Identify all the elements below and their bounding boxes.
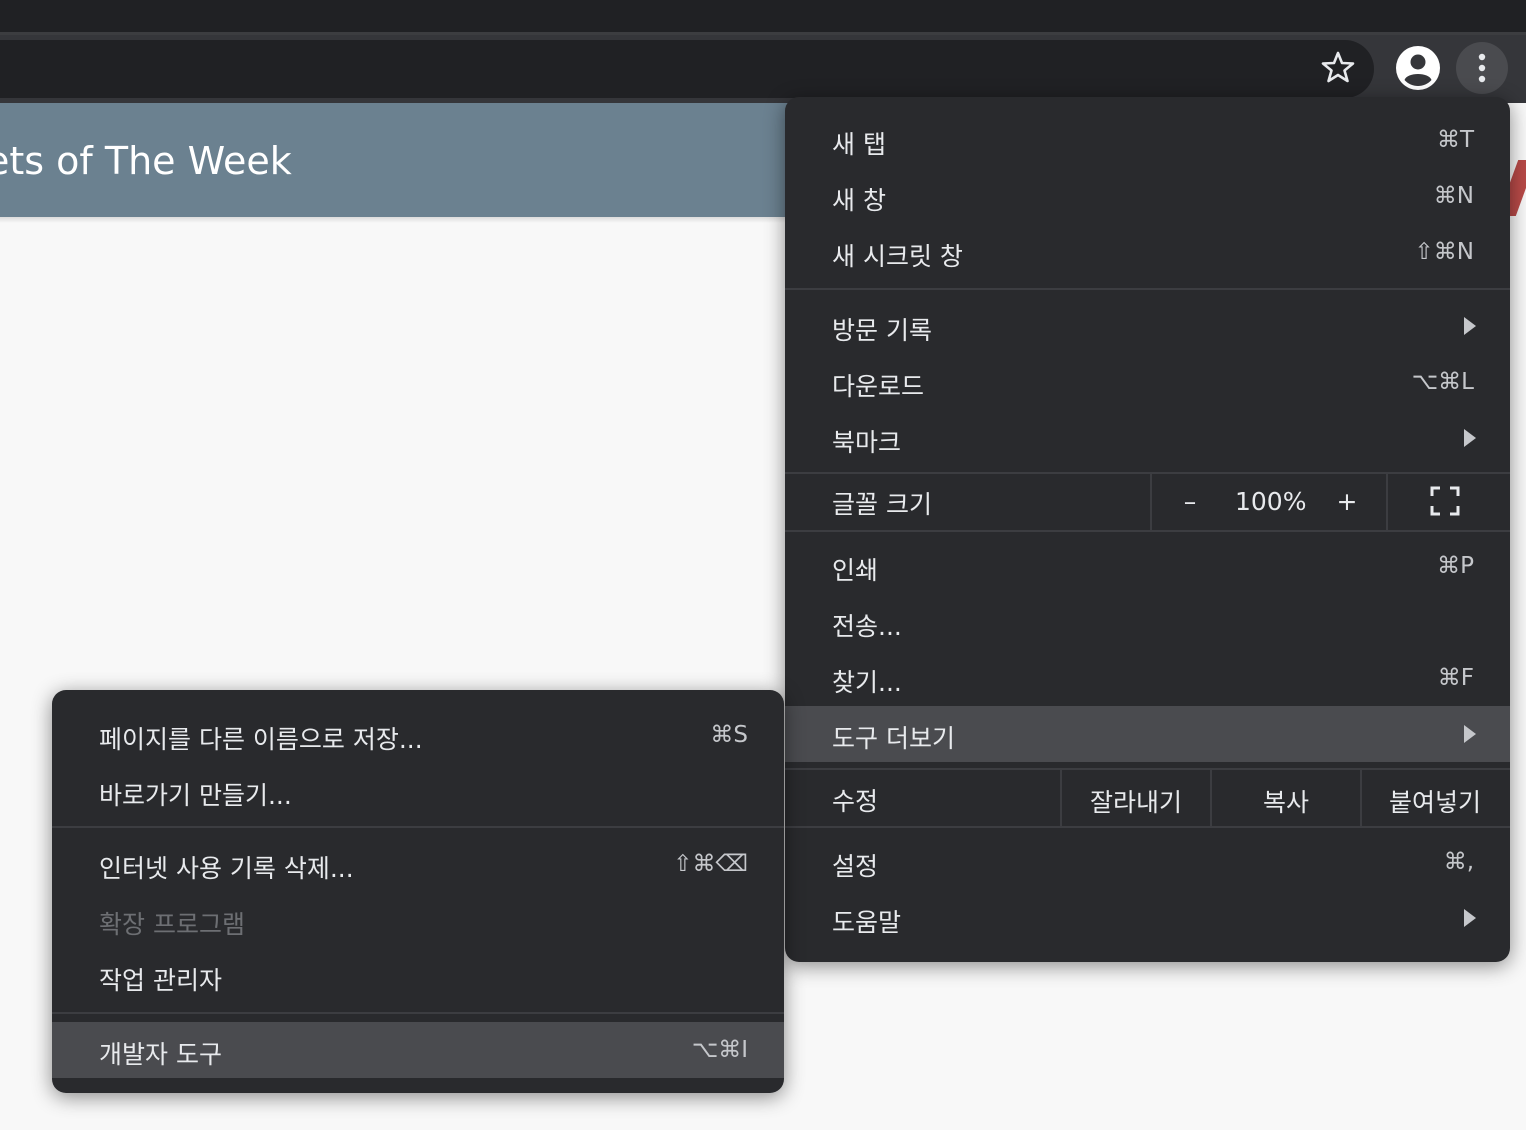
menu-item-shortcut: ⌘P: [1437, 553, 1474, 579]
menu-item-new-incognito-window[interactable]: 새 시크릿 창 ⇧⌘N: [785, 224, 1510, 280]
menu-item-task-manager[interactable]: 작업 관리자: [52, 948, 784, 1004]
menu-item-shortcut: ⇧⌘⌫: [673, 851, 748, 877]
vertical-ellipsis-icon: [1478, 53, 1486, 83]
submenu-arrow-icon: [1464, 317, 1476, 335]
tab-strip: [0, 0, 1526, 34]
fullscreen-icon[interactable]: [1430, 486, 1460, 516]
zoom-label: 글꼴 크기: [832, 490, 932, 519]
menu-item-new-tab[interactable]: 새 탭 ⌘T: [785, 112, 1510, 168]
menu-separator: [785, 530, 1510, 532]
menu-separator: [52, 1012, 784, 1014]
menu-item-shortcut: ⌥⌘I: [691, 1037, 748, 1063]
menu-item-more-tools[interactable]: 도구 더보기: [785, 706, 1510, 762]
bookmark-star-icon[interactable]: [1318, 47, 1358, 87]
menu-item-extensions: 확장 프로그램: [52, 892, 784, 948]
menu-item-print[interactable]: 인쇄 ⌘P: [785, 538, 1510, 594]
menu-item-shortcut: ⇧⌘N: [1414, 239, 1474, 265]
menu-item-cast[interactable]: 전송...: [785, 594, 1510, 650]
menu-item-shortcut: ⌘N: [1433, 183, 1474, 209]
menu-item-shortcut: ⌘T: [1436, 127, 1474, 153]
menu-item-label: 인쇄: [832, 556, 879, 585]
page-title: ets of The Week: [0, 139, 292, 183]
zoom-out-button[interactable]: –: [1178, 487, 1202, 516]
menu-item-label: 도움말: [832, 908, 902, 937]
browser-main-menu: 새 탭 ⌘T 새 창 ⌘N 새 시크릿 창 ⇧⌘N 방문 기록 다운로드 ⌥⌘L…: [785, 97, 1510, 962]
menu-item-label: 바로가기 만들기...: [99, 781, 292, 810]
edit-label: 수정: [832, 787, 879, 816]
menu-item-downloads[interactable]: 다운로드 ⌥⌘L: [785, 354, 1510, 410]
menu-item-shortcut: ⌘,: [1443, 849, 1474, 875]
menu-item-label: 다운로드: [832, 372, 925, 401]
menu-item-label: 새 시크릿 창: [832, 242, 963, 271]
address-bar[interactable]: [0, 40, 1374, 98]
more-tools-submenu: 페이지를 다른 이름으로 저장... ⌘S 바로가기 만들기... 인터넷 사용…: [52, 690, 784, 1093]
menu-separator: [785, 826, 1510, 828]
menu-separator: [1150, 474, 1152, 530]
menu-item-shortcut: ⌘F: [1437, 665, 1474, 691]
menu-item-bookmarks[interactable]: 북마크: [785, 410, 1510, 466]
cut-button[interactable]: 잘라내기: [1062, 783, 1210, 819]
menu-item-create-shortcut[interactable]: 바로가기 만들기...: [52, 763, 784, 819]
browser-menu-button[interactable]: [1456, 42, 1508, 94]
page-banner: ets of The Week: [0, 103, 790, 217]
menu-item-label: 전송...: [832, 612, 902, 641]
copy-button[interactable]: 복사: [1212, 783, 1360, 819]
menu-item-label: 새 탭: [832, 130, 886, 159]
menu-item-label: 페이지를 다른 이름으로 저장...: [99, 725, 423, 754]
paste-button[interactable]: 붙여넣기: [1362, 783, 1508, 819]
menu-item-shortcut: ⌘S: [710, 722, 748, 748]
menu-item-label: 찾기...: [832, 668, 902, 697]
menu-item-label: 방문 기록: [832, 316, 932, 345]
menu-item-new-window[interactable]: 새 창 ⌘N: [785, 168, 1510, 224]
menu-item-label: 개발자 도구: [99, 1040, 222, 1069]
submenu-arrow-icon: [1464, 725, 1476, 743]
zoom-level-value: 100%: [1235, 487, 1307, 516]
menu-separator: [52, 826, 784, 828]
menu-item-label: 새 창: [832, 186, 886, 215]
submenu-arrow-icon: [1464, 429, 1476, 447]
menu-separator: [1386, 474, 1388, 530]
menu-item-label: 설정: [832, 852, 879, 881]
menu-item-developer-tools[interactable]: 개발자 도구 ⌥⌘I: [52, 1022, 784, 1078]
submenu-arrow-icon: [1464, 909, 1476, 927]
menu-item-shortcut: ⌥⌘L: [1411, 369, 1474, 395]
menu-item-save-page-as[interactable]: 페이지를 다른 이름으로 저장... ⌘S: [52, 707, 784, 763]
menu-item-history[interactable]: 방문 기록: [785, 298, 1510, 354]
menu-item-label: 북마크: [832, 428, 902, 457]
menu-separator: [785, 288, 1510, 290]
menu-item-find[interactable]: 찾기... ⌘F: [785, 650, 1510, 706]
menu-item-label: 인터넷 사용 기록 삭제...: [99, 854, 354, 883]
menu-item-label: 도구 더보기: [832, 724, 955, 753]
menu-item-label: 확장 프로그램: [99, 910, 245, 939]
menu-item-clear-browsing-data[interactable]: 인터넷 사용 기록 삭제... ⇧⌘⌫: [52, 836, 784, 892]
menu-item-label: 작업 관리자: [99, 966, 222, 995]
menu-row-zoom: 글꼴 크기: [785, 474, 1510, 530]
menu-item-settings[interactable]: 설정 ⌘,: [785, 834, 1510, 890]
zoom-in-button[interactable]: +: [1335, 487, 1359, 516]
profile-avatar-icon[interactable]: [1394, 44, 1442, 92]
browser-toolbar: [0, 35, 1526, 103]
banner-shadow: [0, 217, 790, 223]
menu-item-help[interactable]: 도움말: [785, 890, 1510, 946]
